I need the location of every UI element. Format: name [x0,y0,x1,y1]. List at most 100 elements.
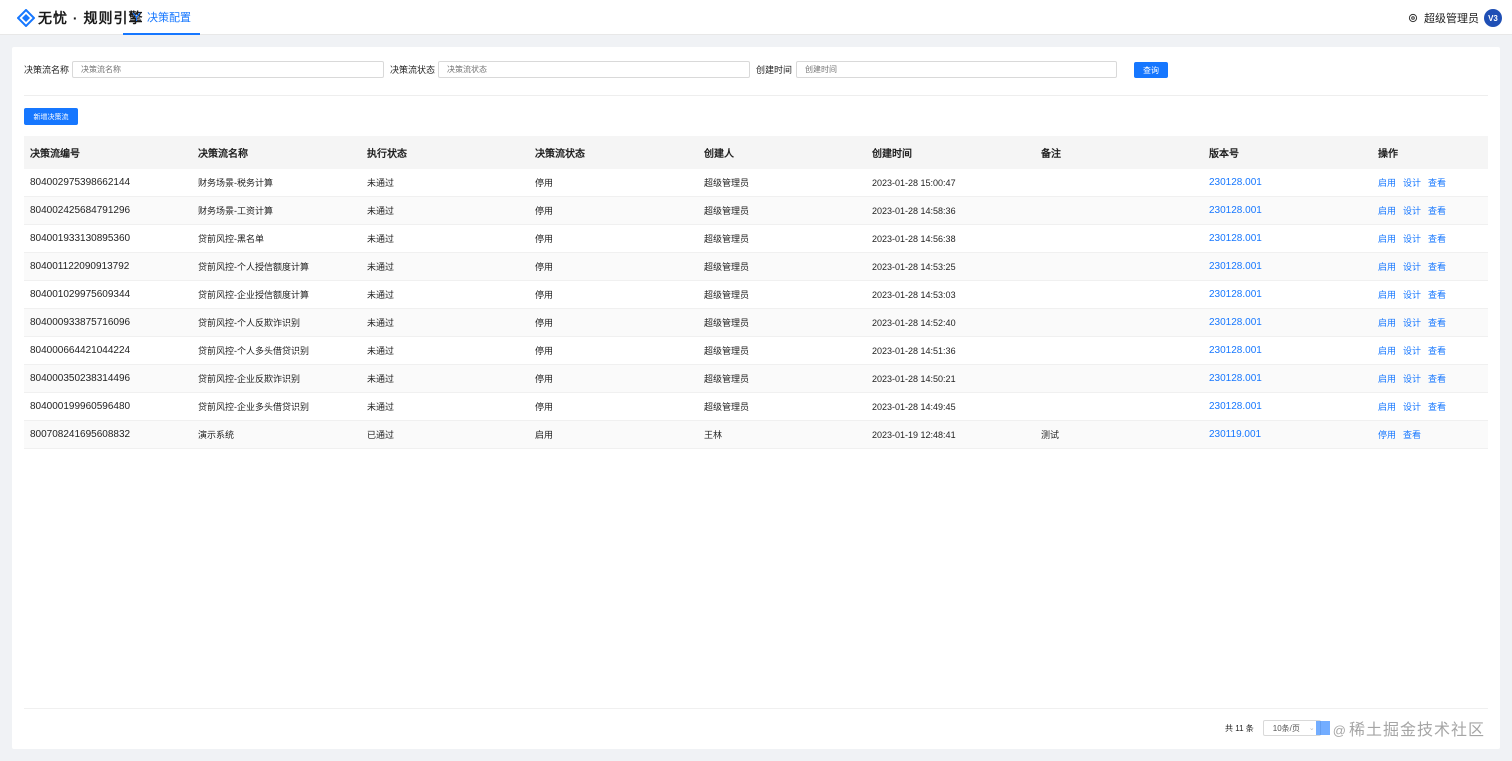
user-name: 超级管理员 [1424,13,1479,25]
column-header: 创建人 [704,149,734,160]
cell-actions: 启用 设计 查看 [1372,344,1488,357]
add-decision-flow-button[interactable]: 新增决策流 [24,108,78,125]
cell-version-link[interactable]: 230128.001 [1203,317,1372,328]
filter-status-label: 决策流状态 [390,65,436,75]
action-enable-link[interactable]: 启用 [1378,260,1396,273]
page-size-select[interactable]: 10条/页 ⌄ [1262,720,1321,736]
cell-creator: 超级管理员 [704,402,750,412]
cell-exec-status: 未通过 [367,318,395,328]
tab-decision-config[interactable]: 决策配置 [123,0,200,35]
cell-actions: 启用 设计 查看 [1372,232,1488,245]
cell-created-time: 2023-01-28 14:51:36 [872,345,956,356]
query-button[interactable]: 查询 [1134,62,1168,78]
table-header: 决策流编号 决策流名称 执行状态 决策流状态 创建人 创建时间 备注 版本号 操… [24,136,1488,169]
action-design-link[interactable]: 设计 [1403,260,1421,273]
table-row: 804001122090913792 贷前风控-个人授信额度计算 未通过 停用 超级管理… [24,253,1488,281]
cell-version-link[interactable]: 230128.001 [1203,345,1372,356]
cell-created-time: 2023-01-28 14:53:03 [872,289,956,300]
decision-flow-status-select[interactable] [438,61,750,78]
action-enable-link[interactable]: 启用 [1378,316,1396,329]
cell-flow-status: 停用 [535,290,554,300]
action-design-link[interactable]: 设计 [1403,232,1421,245]
action-view-link[interactable]: 查看 [1428,316,1446,329]
cell-version-link[interactable]: 230128.001 [1203,177,1372,188]
cell-created-time: 2023-01-28 15:00:47 [872,177,956,188]
top-navigation-bar: 无忧 · 规则引擎 决策配置 超级管理员 V3 [0,0,1512,35]
cell-created-time: 2023-01-28 14:52:40 [872,317,956,328]
cell-created-time: 2023-01-28 14:53:25 [872,261,956,272]
cell-actions: 停用 查看 [1372,428,1488,441]
cell-version-link[interactable]: 230128.001 [1203,205,1372,216]
cell-creator: 超级管理员 [704,374,750,384]
filter-time-label: 创建时间 [756,65,793,75]
action-design-link[interactable]: 设计 [1403,176,1421,189]
action-enable-link[interactable]: 启用 [1378,372,1396,385]
action-view-link[interactable]: 查看 [1428,176,1446,189]
decision-flow-name-input[interactable] [72,61,384,78]
action-enable-link[interactable]: 启用 [1378,288,1396,301]
cell-id: 804002425684791296 [30,205,131,216]
current-page-indicator[interactable] [1316,721,1331,735]
cell-exec-status: 未通过 [367,290,395,300]
table-row: 804001933130895360 贷前风控-黑名单 未通过 停用 超级管理员 2023… [24,225,1488,253]
cell-actions: 启用 设计 查看 [1372,260,1488,273]
column-header: 备注 [1041,149,1061,160]
action-view-link[interactable]: 查看 [1428,260,1446,273]
cell-flow-status: 停用 [535,206,554,216]
cell-id: 804002975398662144 [30,177,131,188]
action-enable-link[interactable]: 启用 [1378,232,1396,245]
action-view-link[interactable]: 查看 [1428,372,1446,385]
table-row: 804002425684791296 财务场景-工资计算 未通过 停用 超级管理员 202… [24,197,1488,225]
action-enable-link[interactable]: 启用 [1378,344,1396,357]
cell-remark: 测试 [1041,430,1060,440]
pagination: 共 11 条 10条/页 ⌄ @ 稀土掘金技术社区 [1225,719,1488,739]
gear-icon[interactable] [1408,13,1418,23]
cell-actions: 启用 设计 查看 [1372,176,1488,189]
table-row: 804000199960596480 贷前风控-企业多头借贷识别 未通过 停用 超级管理… [24,393,1488,421]
action-view-link[interactable]: 查看 [1428,204,1446,217]
cell-created-time: 2023-01-28 14:58:36 [872,205,956,216]
cell-version-link[interactable]: 230128.001 [1203,373,1372,384]
action-view-link[interactable]: 查看 [1428,288,1446,301]
cell-creator: 超级管理员 [704,178,750,188]
cell-id: 804000664421044224 [30,345,131,356]
column-header: 创建时间 [872,149,912,160]
cell-created-time: 2023-01-19 12:48:41 [872,429,956,440]
created-time-picker[interactable] [796,61,1117,78]
watermark-text: 稀土掘金技术社区 [1348,722,1485,739]
action-enable-link[interactable]: 启用 [1378,400,1396,413]
action-enable-link[interactable]: 启用 [1378,204,1396,217]
cell-version-link[interactable]: 230128.001 [1203,261,1372,272]
action-view-link[interactable]: 查看 [1403,428,1421,441]
column-header: 决策流名称 [198,149,248,160]
table-row: 804000664421044224 贷前风控-个人多头借贷识别 未通过 停用 超级管理… [24,337,1488,365]
action-view-link[interactable]: 查看 [1428,400,1446,413]
cell-exec-status: 未通过 [367,206,395,216]
user-menu[interactable]: 超级管理员 V3 [1408,8,1502,28]
cell-created-time: 2023-01-28 14:50:21 [872,373,956,384]
cell-id: 804001933130895360 [30,233,131,244]
action-design-link[interactable]: 设计 [1403,372,1421,385]
cell-version-link[interactable]: 230119.001 [1203,429,1372,440]
action-enable-link[interactable]: 启用 [1378,176,1396,189]
action-design-link[interactable]: 设计 [1403,288,1421,301]
cell-version-link[interactable]: 230128.001 [1203,233,1372,244]
action-disable-link[interactable]: 停用 [1378,428,1396,441]
cell-version-link[interactable]: 230128.001 [1203,289,1372,300]
action-design-link[interactable]: 设计 [1403,400,1421,413]
action-design-link[interactable]: 设计 [1403,316,1421,329]
cell-creator: 超级管理员 [704,262,750,272]
cell-name: 财务场景-税务计算 [198,178,273,188]
chevron-down-icon: ⌄ [1308,725,1315,732]
action-design-link[interactable]: 设计 [1403,344,1421,357]
column-header: 决策流状态 [535,149,585,160]
action-view-link[interactable]: 查看 [1428,232,1446,245]
action-design-link[interactable]: 设计 [1403,204,1421,217]
main-panel: 决策流名称 决策流状态 创建时间 查询 新增决策流 决策流编号 决策流名称 执行… [12,47,1500,749]
table-row: 800708241695608832 演示系统 已通过 启用 王林 2023-01-19 … [24,421,1488,449]
avatar[interactable]: V3 [1484,9,1502,27]
cell-id: 804001029975609344 [30,289,131,300]
action-view-link[interactable]: 查看 [1428,344,1446,357]
cell-version-link[interactable]: 230128.001 [1203,401,1372,412]
pagination-divider [24,708,1488,709]
